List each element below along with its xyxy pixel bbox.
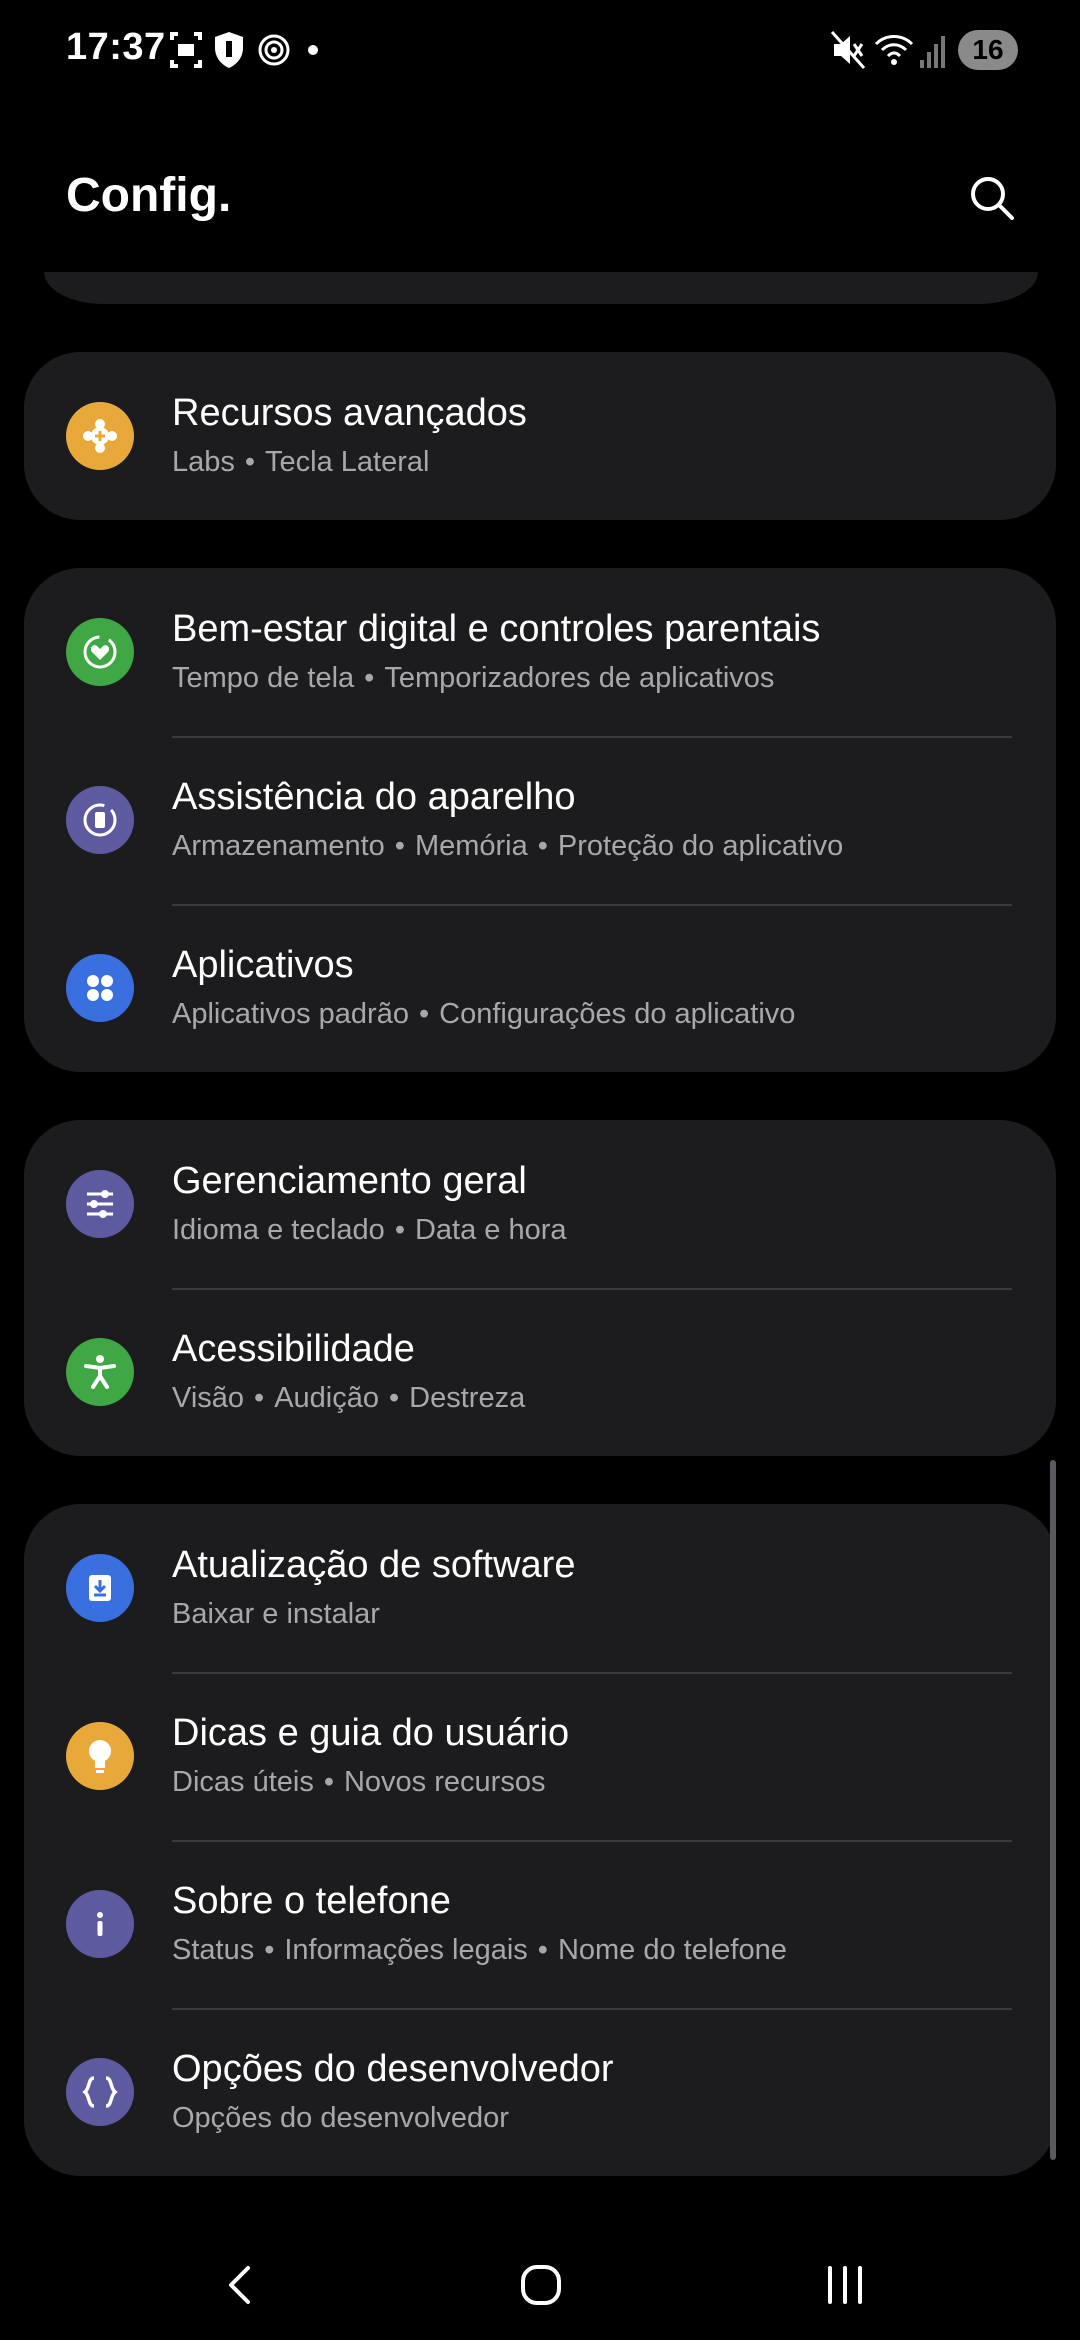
- wifi-icon: [874, 35, 914, 65]
- scrolled-card-edge: [44, 272, 1038, 304]
- item-subtitle: Aplicativos padrão • Configurações do apli…: [172, 998, 796, 1030]
- item-subtitle: Dicas úteis • Novos recursos: [172, 1766, 546, 1798]
- apps-grid-icon: [66, 954, 134, 1022]
- settings-card-about: Atualização de software Baixar e instala…: [24, 1504, 1056, 2176]
- item-subtitle: Armazenamento • Memória • Proteção do aplica…: [172, 830, 844, 862]
- settings-item-general-management[interactable]: Gerenciamento geral Idioma e teclado • Dat…: [24, 1120, 1056, 1288]
- settings-item-tips[interactable]: Dicas e guia do usuário Dicas úteis • Novo…: [24, 1672, 1056, 1840]
- item-subtitle: Visão • Audição • Destreza: [172, 1382, 526, 1414]
- braces-icon: [66, 2058, 134, 2126]
- gear-plus-icon: [66, 402, 134, 470]
- item-title: Acessibilidade: [172, 1328, 415, 1370]
- page-title: Config.: [66, 169, 232, 222]
- settings-item-about-phone[interactable]: Sobre o telefone Status • Informações lega…: [24, 1840, 1056, 2008]
- item-title: Assistência do aparelho: [172, 776, 576, 818]
- settings-item-accessibility[interactable]: Acessibilidade Visão • Audição • Destreza: [24, 1288, 1056, 1456]
- item-subtitle: Idioma e teclado • Data e hora: [172, 1214, 567, 1246]
- info-icon: [66, 1890, 134, 1958]
- item-title: Atualização de software: [172, 1544, 576, 1586]
- settings-card-advanced: Recursos avançados Labs • Tecla Lateral: [24, 352, 1056, 520]
- settings-item-software-update[interactable]: Atualização de software Baixar e instala…: [24, 1504, 1056, 1672]
- signal-icon: [920, 36, 945, 68]
- item-subtitle: Opções do desenvolvedor: [172, 2102, 509, 2134]
- settings-card-wellbeing: Bem-estar digital e controles parentais …: [24, 568, 1056, 1072]
- dot-icon: [308, 45, 318, 55]
- item-subtitle: Labs • Tecla Lateral: [172, 446, 430, 478]
- download-icon: [66, 1554, 134, 1622]
- lightbulb-icon: [66, 1722, 134, 1790]
- settings-item-device-care[interactable]: Assistência do aparelho Armazenamento • Me…: [24, 736, 1056, 904]
- settings-item-apps[interactable]: Aplicativos Aplicativos padrão • Configura…: [24, 904, 1056, 1072]
- back-icon[interactable]: [206, 2250, 276, 2320]
- item-title: Gerenciamento geral: [172, 1160, 527, 1202]
- device-care-icon: [66, 786, 134, 854]
- item-title: Bem-estar digital e controles parentais: [172, 608, 821, 650]
- heart-circle-icon: [66, 618, 134, 686]
- mute-icon: [830, 31, 866, 69]
- home-icon[interactable]: [506, 2250, 576, 2320]
- status-time: 17:37: [66, 26, 166, 68]
- settings-card-general: Gerenciamento geral Idioma e teclado • Dat…: [24, 1120, 1056, 1456]
- item-title: Aplicativos: [172, 944, 354, 986]
- sliders-icon: [66, 1170, 134, 1238]
- item-title: Dicas e guia do usuário: [172, 1712, 570, 1754]
- hotspot-icon: [258, 34, 290, 66]
- recents-icon[interactable]: [810, 2250, 880, 2320]
- scrollbar[interactable]: [1050, 1460, 1056, 2160]
- status-bar: 17:37 16: [0, 0, 1080, 100]
- item-title: Sobre o telefone: [172, 1880, 451, 1922]
- item-subtitle: Tempo de tela • Temporizadores de aplicati…: [172, 662, 775, 694]
- search-icon[interactable]: [962, 168, 1022, 228]
- item-title: Recursos avançados: [172, 392, 527, 434]
- settings-item-developer-options[interactable]: Opções do desenvolvedor Opções do desenv…: [24, 2008, 1056, 2176]
- settings-item-advanced-features[interactable]: Recursos avançados Labs • Tecla Lateral: [24, 352, 1056, 520]
- battery-indicator: 16: [958, 30, 1018, 70]
- screenshot-icon: [170, 32, 202, 68]
- item-title: Opções do desenvolvedor: [172, 2048, 614, 2090]
- settings-item-digital-wellbeing[interactable]: Bem-estar digital e controles parentais …: [24, 568, 1056, 736]
- item-subtitle: Status • Informações legais • Nome do telefo…: [172, 1934, 787, 1966]
- shield-icon: [215, 32, 243, 68]
- accessibility-icon: [66, 1338, 134, 1406]
- item-subtitle: Baixar e instalar: [172, 1598, 380, 1630]
